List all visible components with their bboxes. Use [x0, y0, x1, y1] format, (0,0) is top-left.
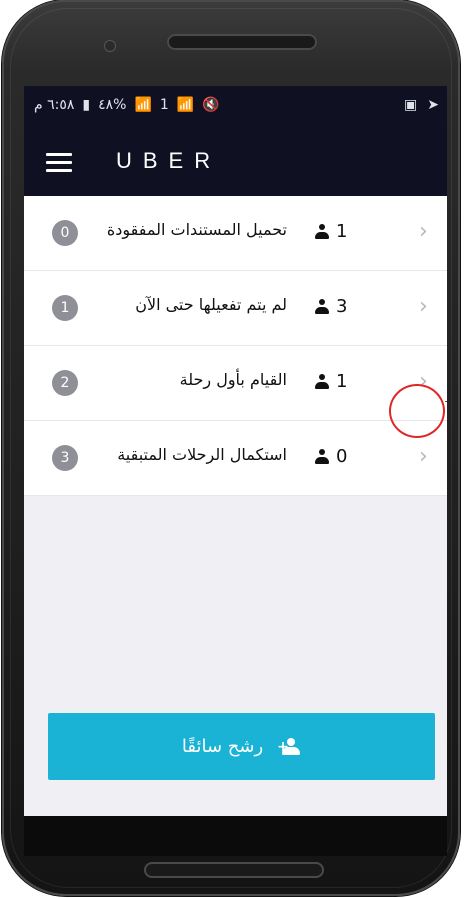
- app-bar: UBER: [24, 126, 447, 196]
- status-left: ٦:٥٨ م ▮ ٤٨% 📶 1 📶 🔇: [34, 96, 220, 114]
- row-label: القيام بأول رحلة: [179, 370, 287, 389]
- row-label: استكمال الرحلات المتبقية: [117, 445, 287, 464]
- refer-driver-button[interactable]: رشح سائقًا +: [48, 713, 435, 780]
- list-item[interactable]: 2 القيام بأول رحلة 1 ›: [24, 346, 447, 421]
- phone-frame: ٦:٥٨ م ▮ ٤٨% 📶 1 📶 🔇 ▣ ➤ UBER 0 تحميل ال…: [2, 0, 460, 896]
- row-count: 1: [314, 371, 347, 392]
- mute-icon: 🔇: [202, 97, 220, 113]
- battery-percent: ٤٨%: [98, 97, 127, 113]
- step-badge: 0: [52, 220, 78, 246]
- count-value: 1: [336, 221, 348, 242]
- chevron-right-icon[interactable]: ›: [419, 296, 431, 318]
- signal-icon: 📶: [134, 97, 152, 113]
- person-icon: [314, 223, 330, 240]
- list-item[interactable]: 0 تحميل المستندات المفقودة 1 ›: [24, 196, 447, 271]
- status-bar: ٦:٥٨ م ▮ ٤٨% 📶 1 📶 🔇 ▣ ➤: [24, 86, 447, 126]
- menu-icon[interactable]: [46, 153, 72, 172]
- highlight-pointer: [445, 401, 447, 402]
- list-item[interactable]: 1 لم يتم تفعيلها حتى الآن 3 ›: [24, 271, 447, 346]
- add-person-icon: +: [277, 737, 301, 756]
- status-right: ▣ ➤: [404, 96, 439, 114]
- row-count: 1: [314, 221, 347, 242]
- battery-icon: ▮: [82, 97, 91, 113]
- row-label: تحميل المستندات المفقودة: [106, 220, 287, 239]
- sim-slot: 1: [159, 97, 169, 113]
- count-value: 1: [336, 371, 348, 392]
- person-icon: [314, 298, 330, 315]
- step-badge: 2: [52, 370, 78, 396]
- camera-icon: [104, 40, 116, 52]
- person-icon: [314, 373, 330, 390]
- status-list: 0 تحميل المستندات المفقودة 1 › 1 لم يتم …: [24, 196, 447, 496]
- bottom-bezel: [24, 816, 447, 856]
- list-item[interactable]: 3 استكمال الرحلات المتبقية 0 ›: [24, 421, 447, 496]
- speaker-bottom: [144, 862, 324, 878]
- row-count: 3: [314, 296, 347, 317]
- step-badge: 3: [52, 445, 78, 471]
- status-time: ٦:٥٨ م: [34, 97, 75, 113]
- speaker-top: [167, 34, 317, 50]
- step-badge: 1: [52, 295, 78, 321]
- app-title: UBER: [116, 148, 222, 173]
- chevron-right-icon[interactable]: ›: [419, 221, 431, 243]
- highlight-circle: [389, 384, 445, 438]
- person-icon: [314, 448, 330, 465]
- screen: ٦:٥٨ م ▮ ٤٨% 📶 1 📶 🔇 ▣ ➤ UBER 0 تحميل ال…: [24, 86, 447, 816]
- chevron-right-icon[interactable]: ›: [419, 446, 431, 468]
- row-count: 0: [314, 446, 347, 467]
- row-label: لم يتم تفعيلها حتى الآن: [135, 295, 287, 314]
- cta-label: رشح سائقًا: [181, 736, 264, 757]
- count-value: 0: [336, 446, 348, 467]
- navigation-icon: ➤: [427, 97, 439, 113]
- gallery-icon: ▣: [404, 97, 418, 113]
- count-value: 3: [336, 296, 348, 317]
- wifi-icon: 📶: [176, 97, 195, 113]
